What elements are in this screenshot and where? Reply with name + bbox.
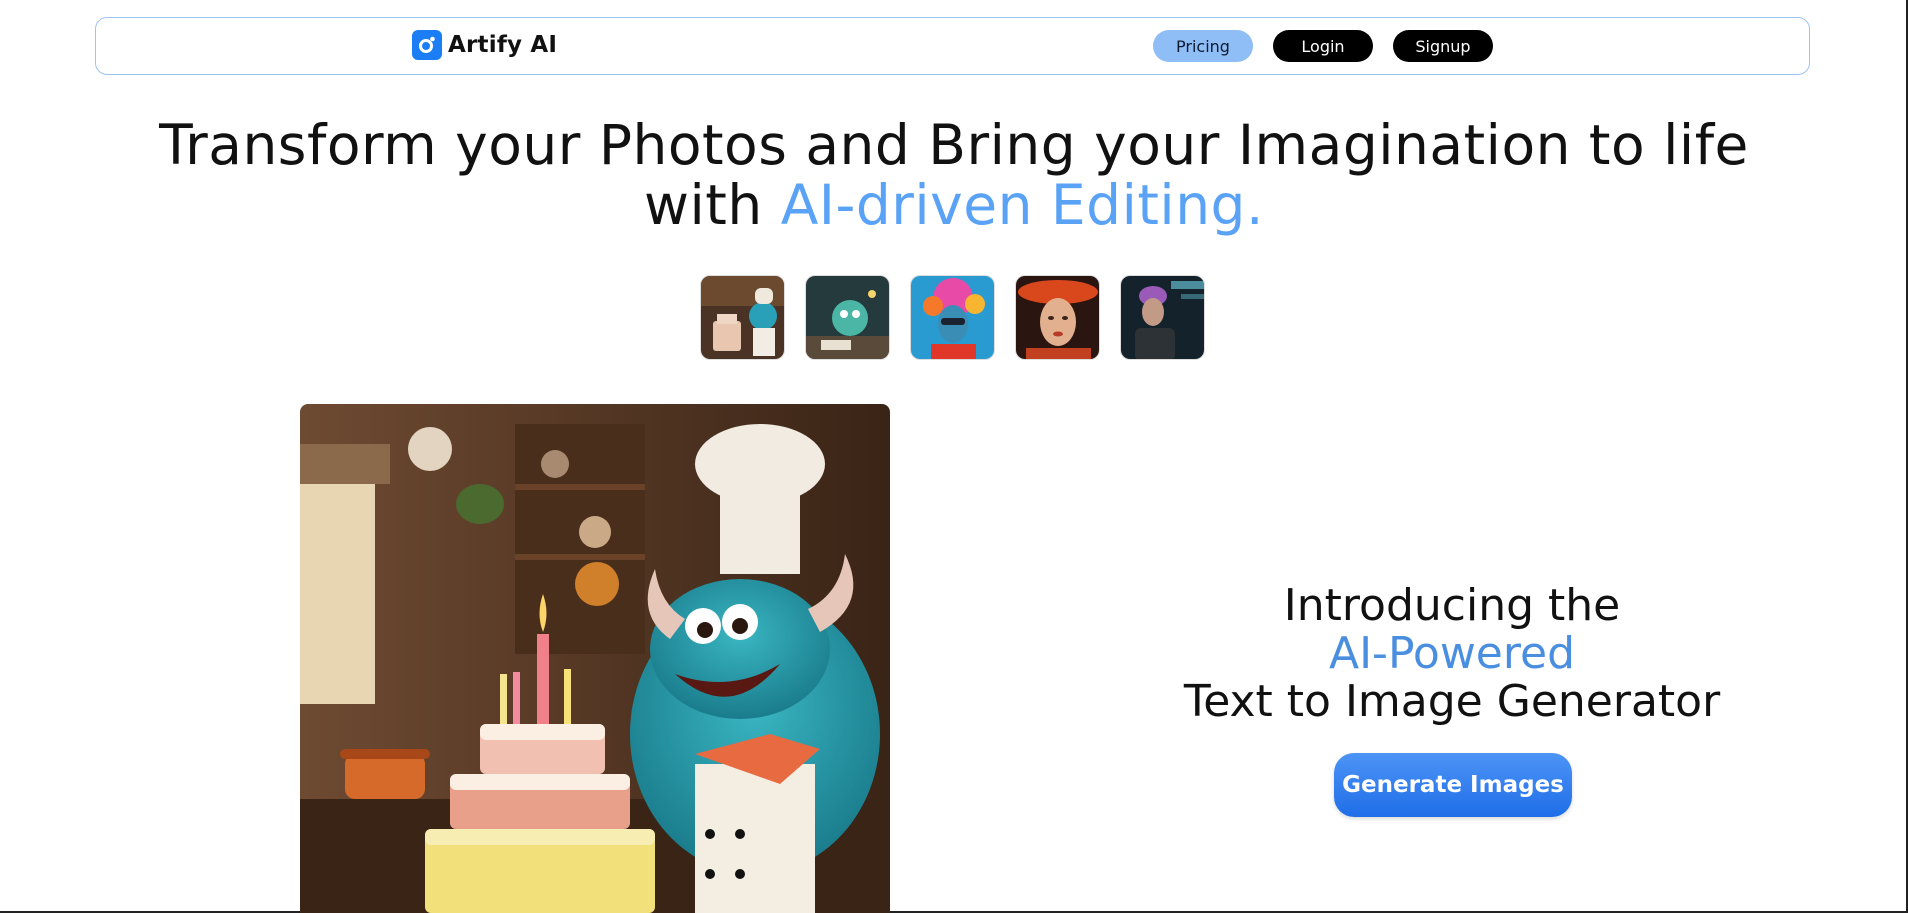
monster-chef-cake-thumbnail[interactable] (700, 275, 785, 360)
woman-red-hat-thumbnail[interactable] (1015, 275, 1100, 360)
feature-intro: Introducing the AI-Powered Text to Image… (1140, 582, 1764, 726)
thumbnail-strip (700, 275, 1205, 360)
generate-images-button[interactable]: Generate Images (1334, 753, 1572, 817)
login-button[interactable]: Login (1273, 30, 1373, 62)
cyberpunk-woman-thumbnail[interactable] (1120, 275, 1205, 360)
hero-title-prefix: with (644, 173, 781, 237)
monster-desk-thumbnail[interactable] (805, 275, 890, 360)
brand[interactable]: Artify AI (412, 30, 557, 60)
hero-title-accent: AI-driven Editing. (780, 173, 1264, 237)
navbar: Artify AI Pricing Login Signup (95, 17, 1810, 75)
signup-button[interactable]: Signup (1393, 30, 1493, 62)
brand-name: Artify AI (448, 32, 558, 58)
pricing-button[interactable]: Pricing (1153, 30, 1253, 62)
feature-line2: AI-Powered (1328, 628, 1576, 679)
feature-line3: Text to Image Generator (1183, 676, 1721, 727)
hero-title-line1: Transform your Photos and Bring your Ima… (159, 113, 1749, 177)
monster-chef-birthday-cake-image (300, 404, 890, 913)
hero-title: Transform your Photos and Bring your Ima… (0, 115, 1908, 235)
brand-logo-icon (412, 30, 442, 60)
colorful-clown-woman-thumbnail[interactable] (910, 275, 995, 360)
feature-line1: Introducing the (1283, 580, 1621, 631)
